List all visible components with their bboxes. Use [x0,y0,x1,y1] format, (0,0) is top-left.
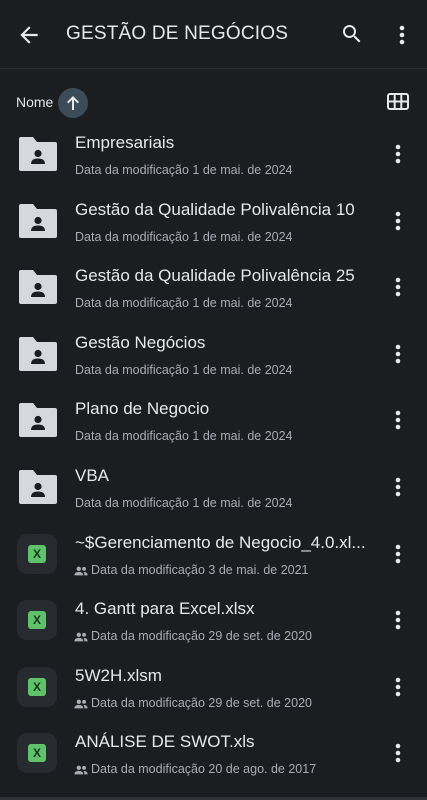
modified-date: Data da modificação 1 de mai. de 2024 [75,429,293,444]
more-options-icon[interactable] [388,274,408,300]
modified-date: Data da modificação 20 de ago. de 2017 [91,762,317,777]
divider [0,68,427,69]
folder-row[interactable]: Gestão da Qualidade Polivalência 25 Data … [0,254,427,321]
page-title: GESTÃO DE NEGÓCIOS [66,23,289,44]
sort-label[interactable]: Nome [16,94,53,110]
search-icon[interactable] [340,22,364,46]
excel-badge: X [28,744,46,763]
modified-date: Data da modificação 1 de mai. de 2024 [75,229,293,244]
excel-file-icon: X [17,600,57,641]
shared-people-icon [74,763,88,775]
file-row[interactable]: X 5W2H.xlsm Data da modificação 29 de set.… [0,654,427,721]
excel-badge: X [28,677,46,696]
more-options-icon[interactable] [388,341,408,367]
file-name: ~$Gerenciamento de Negocio_4.0.xl... [75,532,366,552]
folder-name: Empresariais [75,133,175,152]
app-bar: GESTÃO DE NEGÓCIOS [0,0,427,68]
more-options-icon[interactable] [388,141,408,167]
modified-date: Data da modificação 1 de mai. de 2024 [75,296,293,311]
shared-people-icon [74,564,88,576]
file-row[interactable]: X ANÁLISE DE SWOT.xls Data da modificação … [0,720,427,787]
excel-file-icon: X [17,666,57,707]
more-options-icon[interactable] [388,674,408,700]
grid-view-icon[interactable] [386,91,410,113]
modified-date: Data da modificação 29 de set. de 2020 [91,695,312,710]
folder-name: Gestão da Qualidade Polivalência 25 [75,266,355,286]
file-list: Empresariais Data da modificação 1 de mai… [0,121,427,787]
modified-date: Data da modificação 1 de mai. de 2024 [75,495,293,510]
shared-people-icon [74,697,88,709]
shared-folder-icon [16,267,60,307]
shared-folder-icon [16,467,60,507]
more-vert-icon[interactable] [392,22,412,48]
modified-date: Data da modificação 3 de mai. de 2021 [91,562,309,577]
more-options-icon[interactable] [388,740,408,766]
folder-row[interactable]: Gestão Negócios Data da modificação 1 de … [0,321,427,388]
folder-name: Gestão Negócios [75,332,206,352]
more-options-icon[interactable] [388,208,408,234]
arrow-left-icon[interactable] [16,22,42,48]
shared-folder-icon [16,134,60,174]
sort-direction-button[interactable] [58,88,88,118]
sort-bar: Nome [0,80,427,124]
more-options-icon[interactable] [388,474,408,500]
file-row[interactable]: X ~$Gerenciamento de Negocio_4.0.xl... Dat… [0,521,427,588]
more-options-icon[interactable] [388,407,408,433]
folder-name: Gestão da Qualidade Polivalência 10 [75,199,355,219]
arrow-up-icon [67,96,79,110]
shared-people-icon [74,630,88,642]
shared-folder-icon [16,400,60,440]
folder-row[interactable]: Plano de Negocio Data da modificação 1 de… [0,387,427,454]
modified-date: Data da modificação 1 de mai. de 2024 [75,362,293,377]
modified-date: Data da modificação 29 de set. de 2020 [91,629,312,644]
file-row[interactable]: X 4. Gantt para Excel.xlsx Data da modific… [0,587,427,654]
excel-file-icon: X [17,533,57,574]
modified-date: Data da modificação 1 de mai. de 2024 [75,163,293,177]
more-options-icon[interactable] [388,541,408,567]
folder-row[interactable]: VBA Data da modificação 1 de mai. de 2024 [0,454,427,521]
shared-folder-icon [16,201,60,241]
file-name: 5W2H.xlsm [75,665,162,685]
excel-badge: X [28,544,46,563]
file-name: 4. Gantt para Excel.xlsx [75,599,255,619]
folder-name: Plano de Negocio [75,399,210,419]
folder-name: VBA [75,465,110,485]
shared-folder-icon [16,334,60,374]
excel-badge: X [28,611,46,630]
excel-file-icon: X [17,733,57,774]
file-name: ANÁLISE DE SWOT.xls [75,732,255,752]
folder-row[interactable]: Empresariais Data da modificação 1 de mai… [0,121,427,188]
folder-row[interactable]: Gestão da Qualidade Polivalência 10 Data … [0,188,427,255]
more-options-icon[interactable] [388,607,408,633]
